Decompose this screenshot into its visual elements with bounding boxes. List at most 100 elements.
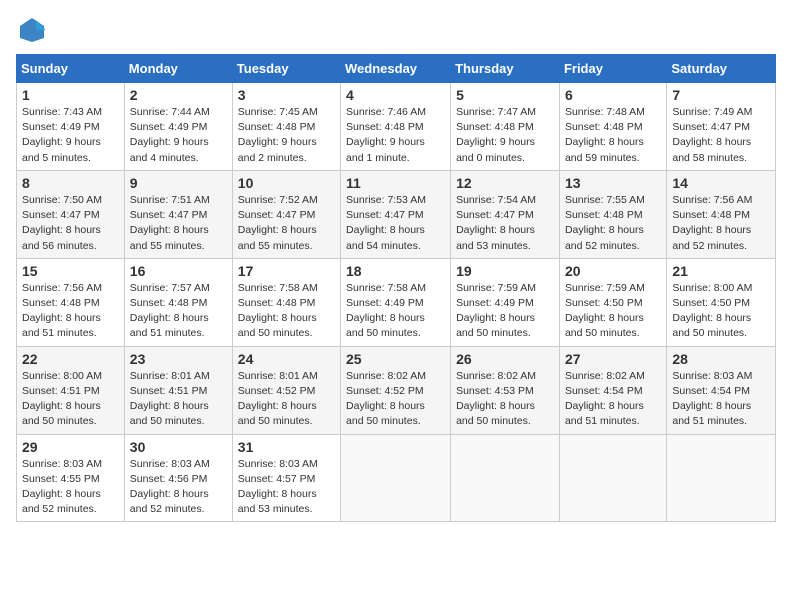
calendar-cell bbox=[667, 434, 776, 522]
calendar-cell: 22 Sunrise: 8:00 AMSunset: 4:51 PMDayligh… bbox=[17, 346, 125, 434]
day-number: 9 bbox=[130, 175, 227, 191]
day-number: 17 bbox=[238, 263, 335, 279]
calendar-cell bbox=[559, 434, 666, 522]
calendar-table: SundayMondayTuesdayWednesdayThursdayFrid… bbox=[16, 54, 776, 522]
day-number: 7 bbox=[672, 87, 770, 103]
calendar-cell: 4 Sunrise: 7:46 AMSunset: 4:48 PMDaylight… bbox=[341, 83, 451, 171]
header-friday: Friday bbox=[559, 55, 666, 83]
header-sunday: Sunday bbox=[17, 55, 125, 83]
day-number: 30 bbox=[130, 439, 227, 455]
calendar-cell bbox=[451, 434, 560, 522]
day-info: Sunrise: 8:02 AMSunset: 4:54 PMDaylight:… bbox=[565, 370, 645, 428]
day-info: Sunrise: 8:02 AMSunset: 4:53 PMDaylight:… bbox=[456, 370, 536, 428]
day-info: Sunrise: 7:53 AMSunset: 4:47 PMDaylight:… bbox=[346, 194, 426, 252]
calendar-cell: 16 Sunrise: 7:57 AMSunset: 4:48 PMDayligh… bbox=[124, 258, 232, 346]
day-number: 19 bbox=[456, 263, 554, 279]
day-info: Sunrise: 7:57 AMSunset: 4:48 PMDaylight:… bbox=[130, 282, 210, 340]
day-info: Sunrise: 8:03 AMSunset: 4:54 PMDaylight:… bbox=[672, 370, 752, 428]
day-number: 15 bbox=[22, 263, 119, 279]
day-info: Sunrise: 7:58 AMSunset: 4:48 PMDaylight:… bbox=[238, 282, 318, 340]
calendar-header-row: SundayMondayTuesdayWednesdayThursdayFrid… bbox=[17, 55, 776, 83]
calendar-cell: 27 Sunrise: 8:02 AMSunset: 4:54 PMDayligh… bbox=[559, 346, 666, 434]
day-info: Sunrise: 7:48 AMSunset: 4:48 PMDaylight:… bbox=[565, 106, 645, 164]
day-info: Sunrise: 7:49 AMSunset: 4:47 PMDaylight:… bbox=[672, 106, 752, 164]
day-info: Sunrise: 8:00 AMSunset: 4:50 PMDaylight:… bbox=[672, 282, 752, 340]
day-info: Sunrise: 7:59 AMSunset: 4:50 PMDaylight:… bbox=[565, 282, 645, 340]
calendar-week-1: 1Sunrise: 7:43 AMSunset: 4:49 PMDaylight… bbox=[17, 83, 776, 171]
day-number: 6 bbox=[565, 87, 661, 103]
calendar-cell: 31 Sunrise: 8:03 AMSunset: 4:57 PMDayligh… bbox=[232, 434, 340, 522]
day-info: Sunrise: 7:47 AMSunset: 4:48 PMDaylight:… bbox=[456, 106, 536, 164]
day-info: Sunrise: 8:01 AMSunset: 4:51 PMDaylight:… bbox=[130, 370, 210, 428]
header-tuesday: Tuesday bbox=[232, 55, 340, 83]
day-number: 16 bbox=[130, 263, 227, 279]
calendar-cell: 20 Sunrise: 7:59 AMSunset: 4:50 PMDayligh… bbox=[559, 258, 666, 346]
calendar-week-2: 8Sunrise: 7:50 AMSunset: 4:47 PMDaylight… bbox=[17, 170, 776, 258]
day-number: 3 bbox=[238, 87, 335, 103]
calendar-cell: 15 Sunrise: 7:56 AMSunset: 4:48 PMDayligh… bbox=[17, 258, 125, 346]
day-number: 25 bbox=[346, 351, 445, 367]
header-saturday: Saturday bbox=[667, 55, 776, 83]
day-info: Sunrise: 8:00 AMSunset: 4:51 PMDaylight:… bbox=[22, 370, 102, 428]
header bbox=[16, 16, 776, 44]
day-number: 27 bbox=[565, 351, 661, 367]
day-number: 11 bbox=[346, 175, 445, 191]
day-number: 22 bbox=[22, 351, 119, 367]
calendar-cell: 19 Sunrise: 7:59 AMSunset: 4:49 PMDayligh… bbox=[451, 258, 560, 346]
day-number: 29 bbox=[22, 439, 119, 455]
calendar-cell: 12 Sunrise: 7:54 AMSunset: 4:47 PMDayligh… bbox=[451, 170, 560, 258]
header-thursday: Thursday bbox=[451, 55, 560, 83]
calendar-cell: 11 Sunrise: 7:53 AMSunset: 4:47 PMDayligh… bbox=[341, 170, 451, 258]
calendar-cell: 8Sunrise: 7:50 AMSunset: 4:47 PMDaylight… bbox=[17, 170, 125, 258]
day-info: Sunrise: 8:03 AMSunset: 4:56 PMDaylight:… bbox=[130, 458, 210, 516]
day-info: Sunrise: 7:54 AMSunset: 4:47 PMDaylight:… bbox=[456, 194, 536, 252]
day-number: 24 bbox=[238, 351, 335, 367]
day-number: 2 bbox=[130, 87, 227, 103]
calendar-cell: 23 Sunrise: 8:01 AMSunset: 4:51 PMDayligh… bbox=[124, 346, 232, 434]
calendar-cell: 10Sunrise: 7:52 AMSunset: 4:47 PMDayligh… bbox=[232, 170, 340, 258]
day-number: 13 bbox=[565, 175, 661, 191]
day-info: Sunrise: 7:56 AMSunset: 4:48 PMDaylight:… bbox=[672, 194, 752, 252]
calendar-week-5: 29Sunrise: 8:03 AMSunset: 4:55 PMDayligh… bbox=[17, 434, 776, 522]
logo-icon bbox=[18, 16, 46, 44]
day-info: Sunrise: 8:02 AMSunset: 4:52 PMDaylight:… bbox=[346, 370, 426, 428]
calendar-cell: 2 Sunrise: 7:44 AMSunset: 4:49 PMDaylight… bbox=[124, 83, 232, 171]
calendar-cell: 24Sunrise: 8:01 AMSunset: 4:52 PMDayligh… bbox=[232, 346, 340, 434]
day-number: 5 bbox=[456, 87, 554, 103]
day-number: 31 bbox=[238, 439, 335, 455]
calendar-cell bbox=[341, 434, 451, 522]
day-info: Sunrise: 7:56 AMSunset: 4:48 PMDaylight:… bbox=[22, 282, 102, 340]
day-number: 18 bbox=[346, 263, 445, 279]
day-info: Sunrise: 7:46 AMSunset: 4:48 PMDaylight:… bbox=[346, 106, 426, 164]
day-info: Sunrise: 7:50 AMSunset: 4:47 PMDaylight:… bbox=[22, 194, 102, 252]
day-number: 28 bbox=[672, 351, 770, 367]
day-number: 10 bbox=[238, 175, 335, 191]
day-number: 23 bbox=[130, 351, 227, 367]
day-number: 14 bbox=[672, 175, 770, 191]
calendar-cell: 6 Sunrise: 7:48 AMSunset: 4:48 PMDaylight… bbox=[559, 83, 666, 171]
day-info: Sunrise: 7:59 AMSunset: 4:49 PMDaylight:… bbox=[456, 282, 536, 340]
calendar-cell: 5 Sunrise: 7:47 AMSunset: 4:48 PMDaylight… bbox=[451, 83, 560, 171]
day-info: Sunrise: 7:58 AMSunset: 4:49 PMDaylight:… bbox=[346, 282, 426, 340]
calendar-cell: 3 Sunrise: 7:45 AMSunset: 4:48 PMDaylight… bbox=[232, 83, 340, 171]
calendar-cell: 7 Sunrise: 7:49 AMSunset: 4:47 PMDaylight… bbox=[667, 83, 776, 171]
calendar-cell: 14 Sunrise: 7:56 AMSunset: 4:48 PMDayligh… bbox=[667, 170, 776, 258]
calendar-cell: 30 Sunrise: 8:03 AMSunset: 4:56 PMDayligh… bbox=[124, 434, 232, 522]
day-info: Sunrise: 8:03 AMSunset: 4:57 PMDaylight:… bbox=[238, 458, 318, 516]
day-number: 12 bbox=[456, 175, 554, 191]
day-info: Sunrise: 7:51 AMSunset: 4:47 PMDaylight:… bbox=[130, 194, 210, 252]
day-info: Sunrise: 7:55 AMSunset: 4:48 PMDaylight:… bbox=[565, 194, 645, 252]
calendar-cell: 9 Sunrise: 7:51 AMSunset: 4:47 PMDaylight… bbox=[124, 170, 232, 258]
calendar-week-4: 22 Sunrise: 8:00 AMSunset: 4:51 PMDayligh… bbox=[17, 346, 776, 434]
day-info: Sunrise: 7:44 AMSunset: 4:49 PMDaylight:… bbox=[130, 106, 210, 164]
calendar-cell: 17 Sunrise: 7:58 AMSunset: 4:48 PMDayligh… bbox=[232, 258, 340, 346]
calendar-cell: 21 Sunrise: 8:00 AMSunset: 4:50 PMDayligh… bbox=[667, 258, 776, 346]
day-number: 4 bbox=[346, 87, 445, 103]
header-monday: Monday bbox=[124, 55, 232, 83]
calendar-cell: 28 Sunrise: 8:03 AMSunset: 4:54 PMDayligh… bbox=[667, 346, 776, 434]
day-info: Sunrise: 7:45 AMSunset: 4:48 PMDaylight:… bbox=[238, 106, 318, 164]
calendar-cell: 29Sunrise: 8:03 AMSunset: 4:55 PMDayligh… bbox=[17, 434, 125, 522]
day-number: 21 bbox=[672, 263, 770, 279]
calendar-cell: 18 Sunrise: 7:58 AMSunset: 4:49 PMDayligh… bbox=[341, 258, 451, 346]
day-number: 20 bbox=[565, 263, 661, 279]
